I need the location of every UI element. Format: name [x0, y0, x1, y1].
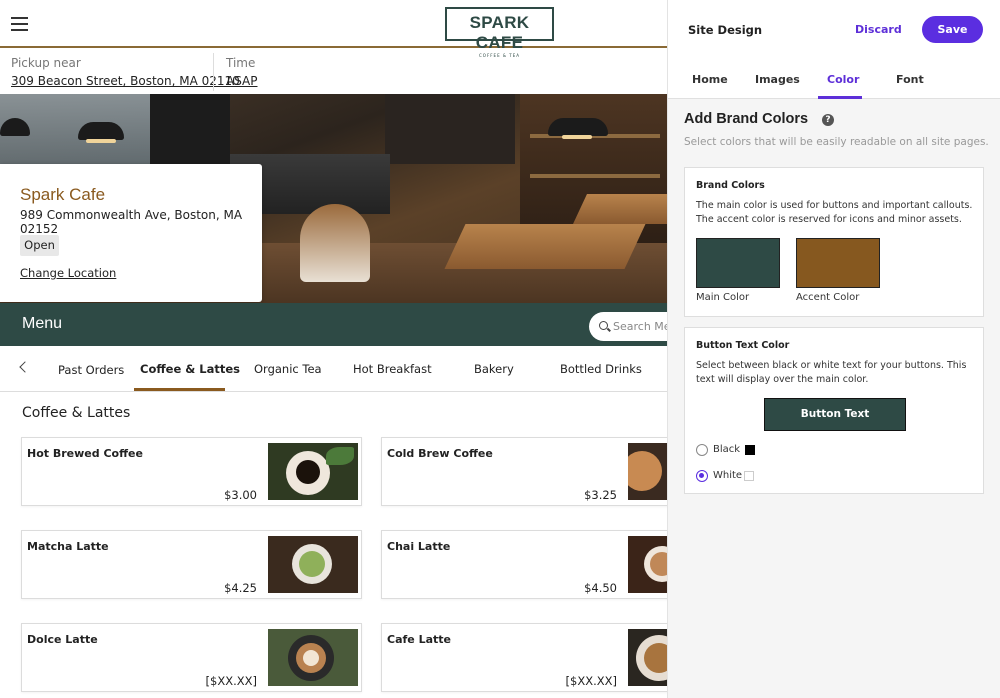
panel-header: Site Design Discard Save [668, 0, 1000, 60]
divider [213, 53, 214, 91]
time-label: Time [226, 56, 256, 70]
tab-color[interactable]: Color [827, 73, 859, 86]
active-tab-indicator [818, 96, 862, 99]
pickup-time: Time ASAP [226, 50, 258, 94]
main-color-label: Main Color [696, 292, 750, 303]
item-price: $3.25 [584, 488, 617, 502]
menu-item-card[interactable]: Matcha Latte $4.25 [21, 530, 362, 599]
pickup-location: Pickup near 309 Beacon Street, Boston, M… [11, 50, 240, 94]
menu-title: Menu [22, 315, 63, 332]
item-name: Cafe Latte [387, 633, 451, 646]
menu-bar: Menu [0, 303, 667, 346]
menu-search[interactable] [589, 312, 667, 341]
chevron-left-icon[interactable] [19, 361, 31, 373]
active-tab-indicator [134, 388, 225, 391]
black-color-chip [745, 445, 755, 455]
item-image [268, 536, 358, 593]
accent-color-label: Accent Color [796, 292, 860, 303]
menu-item-card[interactable]: Hot Brewed Coffee $3.00 [21, 437, 362, 506]
section-heading: Add Brand Colors [684, 111, 809, 127]
radio-black-label[interactable]: Black [713, 444, 740, 455]
brand-colors-title: Brand Colors [696, 180, 765, 191]
brand-colors-card: Brand Colors The main color is used for … [684, 167, 984, 317]
item-name: Chai Latte [387, 540, 451, 553]
item-image [628, 629, 667, 686]
search-input[interactable] [613, 318, 667, 335]
location-card: Spark Cafe 989 Commonwealth Ave, Boston,… [0, 164, 262, 302]
tab-organic-tea[interactable]: Organic Tea [254, 362, 322, 376]
tab-home[interactable]: Home [692, 73, 728, 86]
tab-font[interactable]: Font [896, 73, 924, 86]
item-price: $4.25 [224, 581, 257, 595]
button-text-color-card: Button Text Color Select between black o… [684, 327, 984, 494]
menu-item-card[interactable]: Cold Brew Coffee $3.25 [381, 437, 667, 506]
button-text-preview: Button Text [764, 398, 906, 431]
pickup-address-link[interactable]: 309 Beacon Street, Boston, MA 02110 [11, 73, 240, 89]
item-price: [$XX.XX] [205, 674, 257, 688]
accent-color-swatch[interactable] [796, 238, 880, 288]
help-icon[interactable]: ? [822, 114, 834, 126]
radio-black[interactable] [696, 444, 708, 456]
item-name: Hot Brewed Coffee [27, 447, 143, 460]
discard-button[interactable]: Discard [855, 23, 902, 36]
location-address: 989 Commonwealth Ave, Boston, MA 02152 [20, 208, 243, 236]
section-subheading: Select colors that will be easily readab… [684, 136, 989, 148]
tab-bottled-drinks[interactable]: Bottled Drinks [560, 362, 642, 376]
site-preview: SPARK CAFE COFFEE & TEA Pickup near 309 … [0, 0, 667, 698]
white-color-chip [744, 471, 754, 481]
tab-bakery[interactable]: Bakery [474, 362, 514, 376]
logo-tagline: COFFEE & TEA [479, 53, 520, 58]
item-name: Cold Brew Coffee [387, 447, 493, 460]
item-image [628, 443, 667, 500]
tab-past-orders[interactable]: Past Orders [58, 363, 124, 377]
tab-hot-breakfast[interactable]: Hot Breakfast [353, 362, 432, 376]
save-button[interactable]: Save [922, 16, 983, 43]
item-image [628, 536, 667, 593]
item-image [268, 629, 358, 686]
tab-coffee-lattes[interactable]: Coffee & Lattes [140, 362, 240, 376]
item-name: Matcha Latte [27, 540, 109, 553]
menu-item-card[interactable]: Cafe Latte [$XX.XX] [381, 623, 667, 692]
site-design-panel: Site Design Discard Save Home Images Col… [667, 0, 1000, 698]
brand-colors-description: The main color is used for buttons and i… [696, 200, 973, 225]
button-text-color-description: Select between black or white text for y… [696, 360, 967, 385]
radio-white[interactable] [696, 470, 708, 482]
radio-white-label[interactable]: White [713, 470, 742, 481]
item-price: $4.50 [584, 581, 617, 595]
location-name: Spark Cafe [20, 185, 106, 204]
menu-item-card[interactable]: Chai Latte $4.50 [381, 530, 667, 599]
item-price: $3.00 [224, 488, 257, 502]
site-header: SPARK CAFE COFFEE & TEA [0, 0, 667, 58]
item-image [268, 443, 358, 500]
pickup-label: Pickup near [11, 56, 81, 70]
button-text-color-title: Button Text Color [696, 340, 790, 351]
change-location-link[interactable]: Change Location [20, 266, 116, 280]
tab-images[interactable]: Images [755, 73, 800, 86]
section-title: Coffee & Lattes [22, 405, 131, 421]
item-price: [$XX.XX] [565, 674, 617, 688]
logo-name: SPARK CAFE [469, 13, 530, 52]
search-icon [599, 321, 608, 330]
menu-item-card[interactable]: Dolce Latte [$XX.XX] [21, 623, 362, 692]
logo[interactable]: SPARK CAFE COFFEE & TEA [445, 7, 554, 58]
item-name: Dolce Latte [27, 633, 98, 646]
status-badge: Open [20, 235, 59, 256]
main-color-swatch[interactable] [696, 238, 780, 288]
panel-tabs: Home Images Color Font [668, 60, 1000, 99]
time-value-link[interactable]: ASAP [226, 73, 258, 89]
panel-title: Site Design [688, 23, 763, 37]
hamburger-menu-icon[interactable] [11, 17, 28, 31]
